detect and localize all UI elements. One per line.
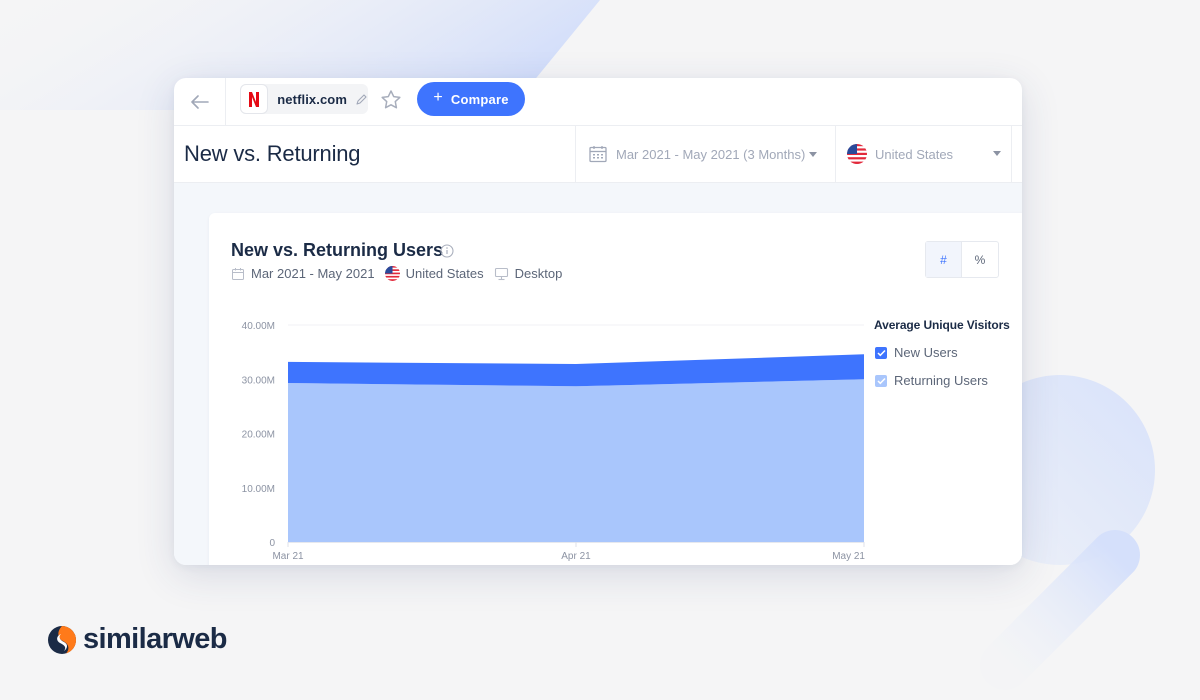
legend-label: Returning Users — [894, 373, 988, 388]
similarweb-logo-icon — [48, 625, 77, 654]
checkbox-checked-icon[interactable] — [875, 346, 887, 359]
favorite-button[interactable] — [379, 88, 403, 112]
site-name: netflix.com — [277, 91, 347, 107]
plus-icon: + — [433, 89, 443, 106]
y-tick-label: 0 — [269, 538, 275, 549]
chevron-down-icon — [993, 151, 1001, 156]
star-icon — [381, 90, 401, 109]
x-tick-label: Apr 21 — [561, 551, 591, 562]
x-tick-label: May 21 — [832, 551, 865, 562]
netflix-logo-icon — [249, 91, 260, 107]
calendar-icon — [589, 146, 607, 163]
y-tick-label: 20.00M — [242, 430, 275, 441]
us-flag-icon — [847, 144, 867, 164]
y-tick-label: 10.00M — [242, 484, 275, 495]
pencil-icon[interactable] — [355, 93, 368, 106]
chevron-down-icon — [809, 151, 818, 157]
y-tick-label: 30.00M — [242, 375, 275, 386]
page-header: New vs. Returning Mar 2021 - May 2021 (3… — [174, 126, 1022, 183]
toolbar: netflix.com + Compare — [174, 78, 1022, 126]
date-range-value: Mar 2021 - May 2021 (3 Months) — [616, 146, 806, 162]
chart-legend: Average Unique Visitors New Users Return… — [874, 318, 1010, 388]
site-selector[interactable]: netflix.com — [240, 84, 368, 114]
legend-item-returning-users[interactable]: Returning Users — [874, 373, 1010, 388]
area-chart: 0 10.00M 20.00M 30.00M 40.00M Mar 21 Apr 21 May… — [242, 321, 866, 562]
country-value: United States — [875, 146, 954, 162]
legend-item-new-users[interactable]: New Users — [874, 345, 1010, 360]
content-area: New vs. Returning Users Mar 2021 - May 2… — [174, 183, 1022, 565]
chart-card: New vs. Returning Users Mar 2021 - May 2… — [209, 213, 1022, 565]
arrow-left-icon — [190, 95, 209, 109]
compare-button[interactable]: + Compare — [417, 82, 525, 116]
page-title: New vs. Returning — [184, 141, 361, 166]
back-button[interactable] — [174, 78, 226, 126]
legend-title: Average Unique Visitors — [874, 318, 1010, 332]
date-range-picker[interactable]: Mar 2021 - May 2021 (3 Months) — [575, 126, 835, 182]
compare-label: Compare — [450, 91, 509, 107]
country-picker[interactable]: United States — [835, 126, 1012, 182]
x-tick-label: Mar 21 — [272, 551, 304, 562]
checkbox-checked-icon[interactable] — [875, 374, 887, 387]
y-tick-label: 40.00M — [242, 321, 275, 332]
legend-label: New Users — [894, 345, 958, 360]
app-window: netflix.com + Compare New vs. Returning — [174, 78, 1022, 565]
area-returning-users — [288, 379, 864, 542]
similarweb-logo: similarweb — [47, 623, 228, 656]
netflix-favicon — [240, 84, 269, 114]
brand-name: similarweb — [83, 623, 228, 655]
